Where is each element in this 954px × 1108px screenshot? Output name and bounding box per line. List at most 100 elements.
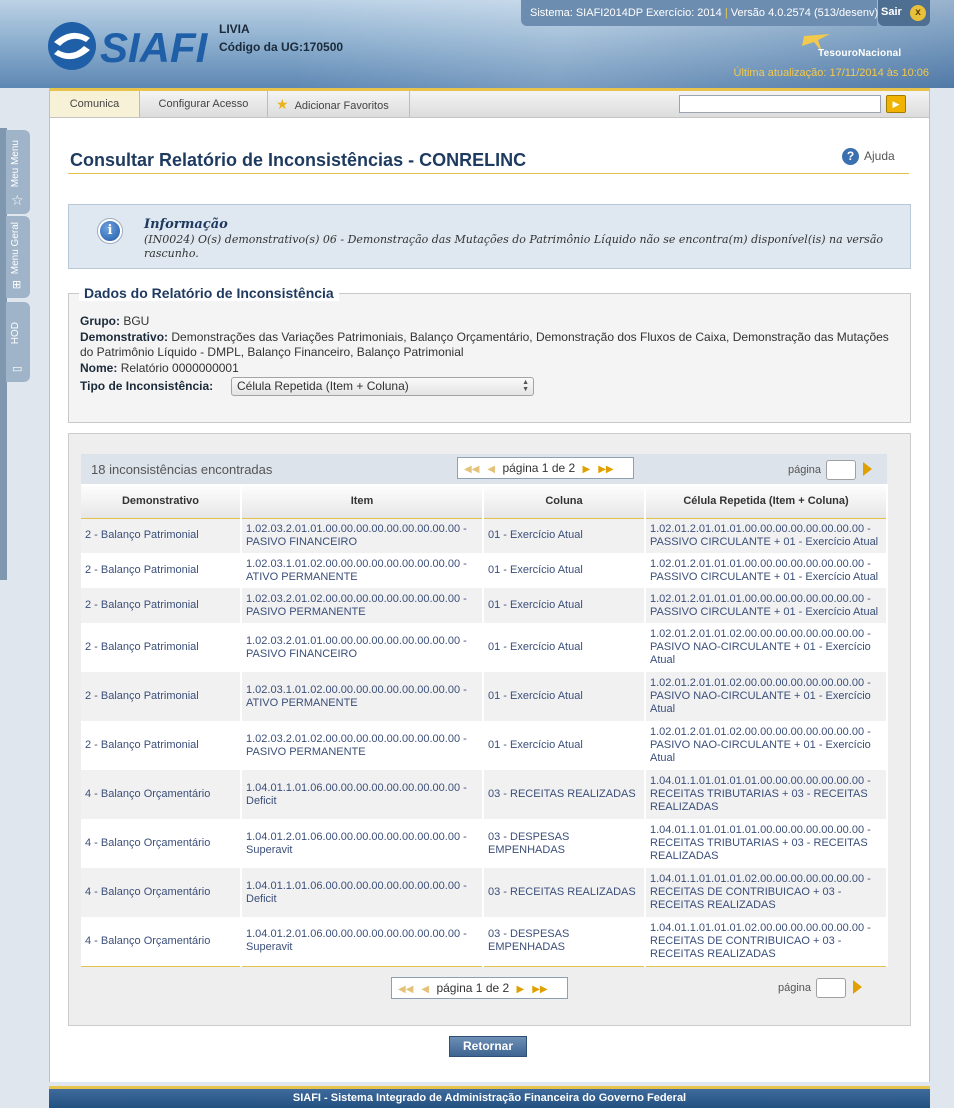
pager-text: página 1 de 2 [502, 461, 576, 475]
close-icon: x [910, 5, 926, 21]
search-go-button[interactable]: ▶ [886, 95, 906, 113]
prev-page-icon: ◀ [421, 984, 430, 995]
table-row: 2 - Balanço Patrimonial 1.02.03.1.01.02.0… [81, 553, 888, 588]
field-demonstrativo: Demonstrativo: Demonstrações das Variaçõ… [80, 330, 895, 360]
pager-top: ◀◀ ◀ página 1 de 2 ▶ ▶▶ [457, 457, 634, 479]
user-block: LIVIA Código da UG:170500 [219, 20, 343, 56]
table-cell: 4 - Balanço Orçamentário [81, 819, 242, 868]
system-info-bar: Sistema: SIAFI2014DP Exercício: 2014 | V… [521, 0, 878, 26]
column-header: Coluna [483, 484, 646, 519]
table-cell: 03 - RECEITAS REALIZADAS [483, 770, 646, 819]
table-row: 2 - Balanço Patrimonial 1.02.03.1.01.02.0… [81, 672, 888, 721]
menu-item-adicionar-favoritos[interactable]: ★ Adicionar Favoritos [268, 91, 410, 117]
table-cell: 01 - Exercício Atual [483, 623, 646, 672]
side-tab-meu-menu[interactable]: Meu Menu ☆ [6, 130, 30, 214]
fieldset-legend: Dados do Relatório de Inconsistência [79, 285, 339, 301]
table-cell: 1.02.01.2.01.01.01.00.00.00.00.00.00.00.… [645, 518, 888, 553]
info-icon: i [98, 219, 122, 243]
search-input[interactable] [679, 95, 881, 113]
last-page-icon[interactable]: ▶▶ [598, 464, 613, 475]
table-row: 2 - Balanço Patrimonial 1.02.03.2.01.01.0… [81, 623, 888, 672]
table-cell: 2 - Balanço Patrimonial [81, 721, 242, 770]
tesouro-nacional-logo: TesouroNacional [800, 32, 930, 62]
pager-text: página 1 de 2 [436, 981, 510, 995]
exit-button[interactable]: Sair x [878, 0, 930, 26]
field-nome: Nome: Relatório 0000000001 [80, 361, 239, 376]
go-page-icon[interactable] [853, 980, 862, 994]
table-cell: 2 - Balanço Patrimonial [81, 588, 242, 623]
page-number-input[interactable] [816, 978, 846, 998]
table-cell: 2 - Balanço Patrimonial [81, 623, 242, 672]
table-cell: 2 - Balanço Patrimonial [81, 553, 242, 588]
tipo-inconsistencia-select[interactable]: Célula Repetida (Item + Coluna) ▲ ▼ [231, 377, 534, 396]
column-header: Item [241, 484, 484, 519]
app-footer: SIAFI - Sistema Integrado de Administraç… [49, 1086, 930, 1108]
results-count: 18 inconsistências encontradas [91, 462, 273, 477]
page-number-input[interactable] [826, 460, 856, 480]
table-cell: 01 - Exercício Atual [483, 721, 646, 770]
go-page-icon[interactable] [863, 462, 872, 476]
table-cell: 1.02.03.2.01.02.00.00.00.00.00.00.00.00.… [241, 588, 484, 623]
help-icon: ? [842, 148, 859, 165]
next-page-icon[interactable]: ▶ [583, 464, 591, 475]
table-row: 4 - Balanço Orçamentário 1.04.01.1.01.06.… [81, 868, 888, 917]
nome-label: Nome: [80, 361, 118, 375]
report-data-fieldset: Dados do Relatório de Inconsistência Gru… [68, 285, 911, 423]
table-cell: 1.02.01.2.01.01.02.00.00.00.00.00.00.00.… [645, 623, 888, 672]
app-header: SIAFI LIVIA Código da UG:170500 Sistema:… [0, 0, 954, 88]
select-value: Célula Repetida (Item + Coluna) [237, 379, 409, 393]
field-grupo: Grupo: BGU [80, 314, 149, 329]
logo-text: SIAFI [100, 24, 209, 71]
star-icon: ☆ [11, 192, 24, 208]
table-cell: 01 - Exercício Atual [483, 518, 646, 553]
table-row: 4 - Balanço Orçamentário 1.04.01.2.01.06.… [81, 819, 888, 868]
menu-item-comunica[interactable]: Comunica [50, 91, 140, 117]
side-tab-label: Menu Geral [10, 222, 21, 275]
table-cell: 1.04.01.1.01.01.01.01.00.00.00.00.00.00.… [645, 770, 888, 819]
last-update: Última atualização: 17/11/2014 às 10:06 [733, 67, 929, 79]
exit-label: Sair [881, 6, 902, 18]
table-cell: 2 - Balanço Patrimonial [81, 672, 242, 721]
table-row: 2 - Balanço Patrimonial 1.02.03.2.01.01.0… [81, 518, 888, 553]
side-tab-label: Meu Menu [10, 140, 21, 188]
monitor-icon: ▭ [12, 363, 23, 375]
table-cell: 4 - Balanço Orçamentário [81, 868, 242, 917]
table-cell: 1.04.01.1.01.01.01.02.00.00.00.00.00.00.… [645, 917, 888, 967]
table-cell: 01 - Exercício Atual [483, 672, 646, 721]
table-cell: 1.02.01.2.01.01.01.00.00.00.00.00.00.00.… [645, 588, 888, 623]
star-icon: ★ [276, 96, 289, 112]
help-link[interactable]: ? Ajuda [842, 148, 895, 165]
first-page-icon: ◀◀ [398, 984, 414, 995]
demonstrativo-label: Demonstrativo: [80, 330, 169, 344]
siafi-logo: SIAFI [48, 22, 209, 71]
table-cell: 1.02.01.2.01.01.02.00.00.00.00.00.00.00.… [645, 721, 888, 770]
arrow-right-icon: ▶ [892, 99, 900, 109]
demonstrativo-value: Demonstrações das Variações Patrimoniais… [80, 330, 889, 359]
menu-item-configurar-acesso[interactable]: Configurar Acesso [140, 91, 268, 117]
ug-info: Código da UG:170500 [219, 38, 343, 56]
next-page-icon[interactable]: ▶ [517, 984, 525, 995]
tipo-label: Tipo de Inconsistência: [80, 379, 214, 393]
last-page-icon[interactable]: ▶▶ [532, 984, 547, 995]
field-tipo: Tipo de Inconsistência: [80, 379, 213, 394]
grupo-value: BGU [123, 314, 150, 328]
table-cell: 03 - DESPESAS EMPENHADAS [483, 819, 646, 868]
table-row: 2 - Balanço Patrimonial 1.02.03.2.01.02.0… [81, 721, 888, 770]
table-cell: 03 - RECEITAS REALIZADAS [483, 868, 646, 917]
info-message: (IN0024) O(s) demonstrativo(s) 06 - Demo… [144, 233, 884, 260]
table-cell: 1.04.01.2.01.06.00.00.00.00.00.00.00.00.… [241, 819, 484, 868]
side-tab-hod[interactable]: HOD ▭ [6, 302, 30, 382]
side-tab-menu-geral[interactable]: Menu Geral ⊞ [6, 216, 30, 298]
page-title: Consultar Relatório de Inconsistências -… [70, 150, 527, 170]
table-cell: 2 - Balanço Patrimonial [81, 518, 242, 553]
table-cell: 1.02.03.1.01.02.00.00.00.00.00.00.00.00.… [241, 553, 484, 588]
inconsistencies-table: Demonstrativo Item Coluna Célula Repetida (… [81, 484, 888, 967]
table-cell: 4 - Balanço Orçamentário [81, 917, 242, 967]
return-button[interactable]: Retornar [449, 1036, 527, 1057]
table-cell: 1.02.03.2.01.01.00.00.00.00.00.00.00.00.… [241, 518, 484, 553]
table-cell: 1.02.01.2.01.01.01.00.00.00.00.00.00.00.… [645, 553, 888, 588]
table-cell: 01 - Exercício Atual [483, 588, 646, 623]
page-label: página [778, 982, 812, 994]
table-cell: 1.02.03.1.01.02.00.00.00.00.00.00.00.00.… [241, 672, 484, 721]
nome-value: Relatório 0000000001 [120, 361, 239, 375]
